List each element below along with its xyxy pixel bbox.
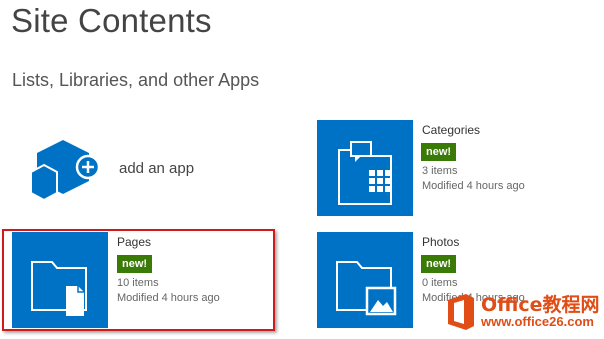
watermark-url: www.office26.com xyxy=(481,314,594,329)
add-app-icon xyxy=(30,140,101,202)
add-app-label: add an app xyxy=(119,160,195,177)
add-app-button[interactable]: add an app xyxy=(25,135,245,205)
categories-modified: Modified 4 hours ago xyxy=(422,180,525,192)
page-title: Site Contents xyxy=(11,2,212,39)
office-logo-icon xyxy=(448,294,474,330)
photos-title[interactable]: Photos xyxy=(422,235,459,249)
folder-image-icon xyxy=(336,261,397,316)
photos-new-badge: new! xyxy=(421,255,457,273)
categories-tile[interactable] xyxy=(317,120,413,216)
watermark-title: Office教程网 xyxy=(481,294,600,316)
categories-new-badge: new! xyxy=(421,143,457,161)
photos-tile[interactable] xyxy=(317,232,413,328)
watermark: Office教程网 www.office26.com xyxy=(444,286,604,339)
highlight-box xyxy=(2,229,275,331)
categories-title[interactable]: Categories xyxy=(422,123,480,137)
section-title: Lists, Libraries, and other Apps xyxy=(12,70,260,90)
categories-item-count: 3 items xyxy=(422,165,458,177)
folder-grid-icon xyxy=(338,141,392,205)
